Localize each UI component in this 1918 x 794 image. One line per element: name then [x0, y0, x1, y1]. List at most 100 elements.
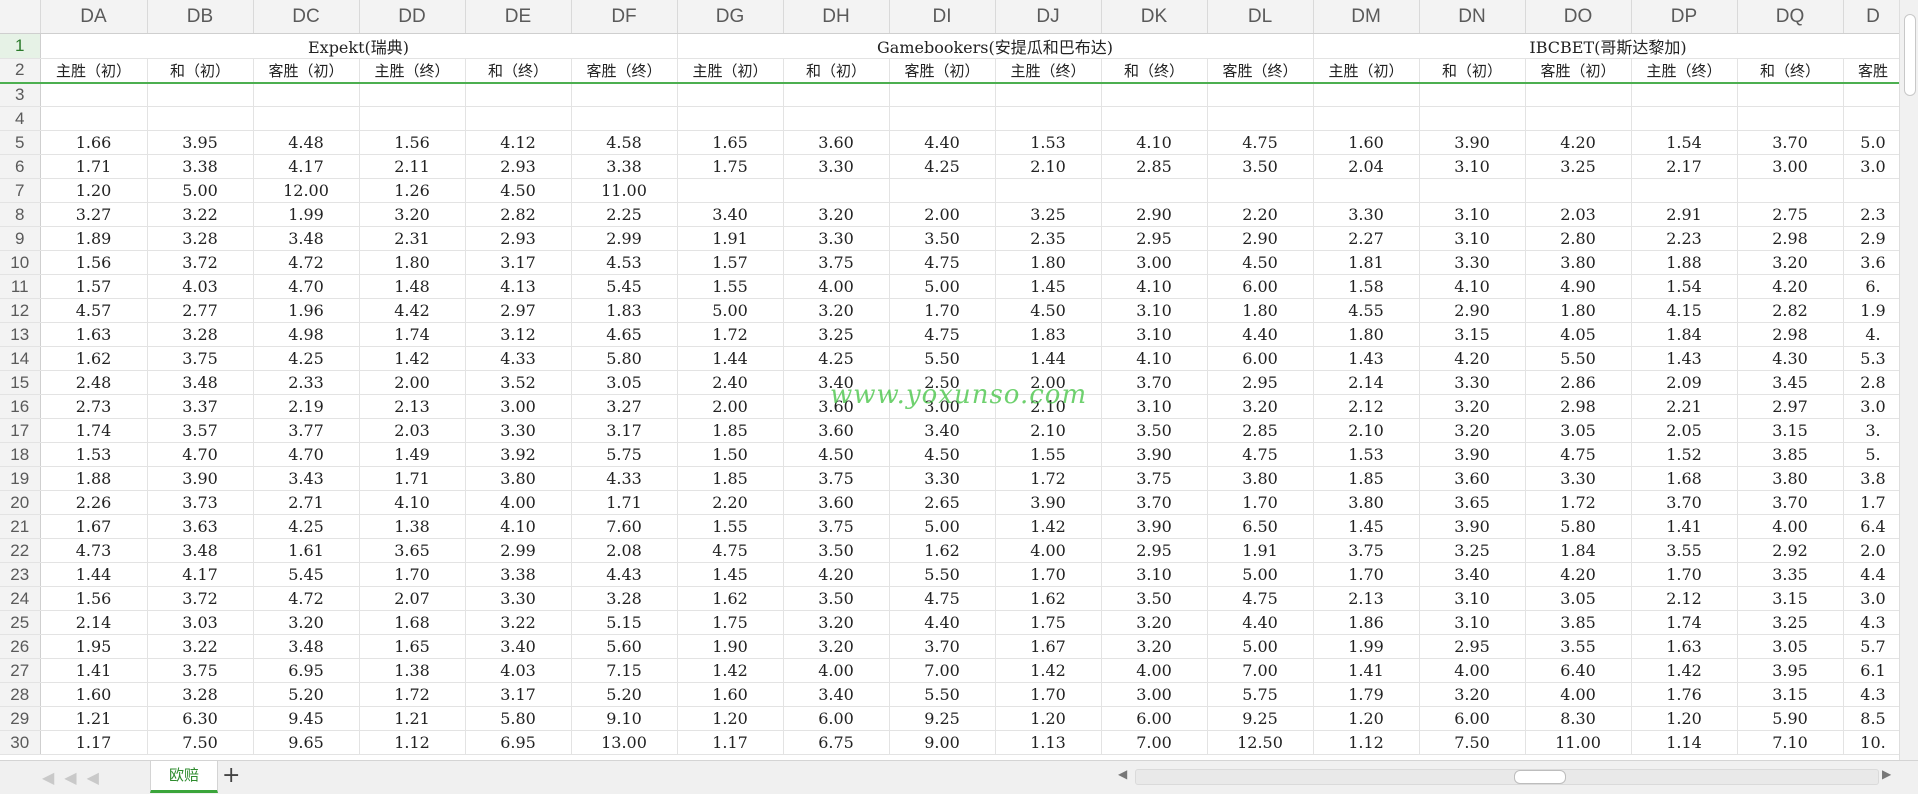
cell[interactable]: 1.70	[359, 562, 466, 587]
cell[interactable]: 1.38	[359, 658, 466, 683]
odds-type-header[interactable]: 主胜（初）	[677, 58, 784, 84]
cell[interactable]	[1101, 178, 1208, 203]
cell[interactable]: 6.00	[1207, 274, 1314, 299]
cell[interactable]: 1.70	[995, 562, 1102, 587]
add-sheet-button[interactable]: +	[222, 763, 240, 788]
row-header[interactable]: 30	[0, 730, 41, 755]
cell[interactable]: 1.45	[995, 274, 1102, 299]
cell[interactable]: 5.20	[253, 682, 360, 707]
cell[interactable]: 3.00	[1737, 154, 1844, 179]
cell[interactable]: 1.20	[40, 178, 148, 203]
cell[interactable]: 1.53	[1313, 442, 1420, 467]
cell[interactable]: 1.83	[995, 322, 1102, 347]
cell[interactable]: 4.50	[995, 298, 1102, 323]
cell[interactable]: 3.60	[1419, 466, 1526, 491]
cell[interactable]: 1.76	[1631, 682, 1738, 707]
cell[interactable]: 3.48	[147, 538, 254, 563]
cell[interactable]	[1313, 178, 1420, 203]
row-header[interactable]: 3	[0, 82, 41, 107]
row-header[interactable]: 26	[0, 634, 41, 659]
cell[interactable]: 3.77	[253, 418, 360, 443]
column-header[interactable]: DF	[571, 0, 678, 34]
cell[interactable]	[1843, 106, 1900, 131]
cell[interactable]: 2.65	[889, 490, 996, 515]
column-header[interactable]: D	[1843, 0, 1900, 34]
cell[interactable]: 1.54	[1631, 274, 1738, 299]
cell[interactable]: 3.92	[465, 442, 572, 467]
cell[interactable]: 1.58	[1313, 274, 1420, 299]
cell[interactable]: 5.15	[571, 610, 678, 635]
cell[interactable]: 3.50	[783, 538, 890, 563]
cell[interactable]: 3.48	[147, 370, 254, 395]
cell[interactable]: 1.65	[359, 634, 466, 659]
cell[interactable]: 2.23	[1631, 226, 1738, 251]
cell[interactable]: 1.62	[889, 538, 996, 563]
scroll-left-icon[interactable]: ◀	[1118, 767, 1127, 781]
cell[interactable]: 3.	[1843, 418, 1900, 443]
cell[interactable]: 3.38	[147, 154, 254, 179]
cell[interactable]: 6.95	[253, 658, 360, 683]
cell[interactable]: 9.00	[889, 730, 996, 755]
cell[interactable]: 7.50	[147, 730, 254, 755]
cell[interactable]: 1.48	[359, 274, 466, 299]
cell[interactable]: 3.43	[253, 466, 360, 491]
cell[interactable]: 1.20	[1313, 706, 1420, 731]
row-header[interactable]: 1	[0, 33, 41, 59]
cell[interactable]: 3.20	[783, 610, 890, 635]
cell[interactable]: 4.42	[359, 298, 466, 323]
cell[interactable]: 1.41	[1631, 514, 1738, 539]
cell[interactable]: 1.42	[359, 346, 466, 371]
odds-type-header[interactable]: 主胜（初）	[40, 58, 148, 84]
cell[interactable]: 4.10	[1101, 346, 1208, 371]
cell[interactable]	[1631, 106, 1738, 131]
cell[interactable]: 7.00	[1207, 658, 1314, 683]
cell[interactable]: 3.95	[147, 130, 254, 155]
cell[interactable]: 3.90	[995, 490, 1102, 515]
cell[interactable]: 3.20	[783, 298, 890, 323]
cell[interactable]: 2.00	[889, 202, 996, 227]
cell[interactable]: 7.50	[1419, 730, 1526, 755]
cell[interactable]: 1.80	[1313, 322, 1420, 347]
odds-type-header[interactable]: 客胜（终）	[1207, 58, 1314, 84]
odds-type-header[interactable]: 和（终）	[1101, 58, 1208, 84]
cell[interactable]: 1.86	[1313, 610, 1420, 635]
cell[interactable]: 2.25	[571, 202, 678, 227]
row-header[interactable]: 2	[0, 58, 41, 84]
cell[interactable]: 4.90	[1525, 274, 1632, 299]
cell[interactable]: 3.50	[783, 586, 890, 611]
cell[interactable]: 4.75	[1207, 586, 1314, 611]
cell[interactable]: 3.95	[1737, 658, 1844, 683]
cell[interactable]: 3.70	[1631, 490, 1738, 515]
cell[interactable]: 1.26	[359, 178, 466, 203]
cell[interactable]: 3.15	[1419, 322, 1526, 347]
cell[interactable]: 1.45	[1313, 514, 1420, 539]
cell[interactable]: 3.55	[1631, 538, 1738, 563]
cell[interactable]: 2.95	[1101, 226, 1208, 251]
cell[interactable]: 1.44	[995, 346, 1102, 371]
cell[interactable]	[1631, 82, 1738, 107]
column-header[interactable]: DG	[677, 0, 784, 34]
cell[interactable]: 3.10	[1101, 322, 1208, 347]
cell[interactable]: 2.40	[677, 370, 784, 395]
cell[interactable]	[147, 82, 254, 107]
cell[interactable]: 3.63	[147, 514, 254, 539]
cell[interactable]: 2.92	[1737, 538, 1844, 563]
cell[interactable]: 4.40	[1207, 610, 1314, 635]
cell[interactable]: 1.68	[1631, 466, 1738, 491]
cell[interactable]: 4.00	[783, 658, 890, 683]
cell[interactable]: 2.03	[1525, 202, 1632, 227]
cell[interactable]: 4.58	[571, 130, 678, 155]
cell[interactable]	[1313, 82, 1420, 107]
cell[interactable]: 4.03	[147, 274, 254, 299]
cell[interactable]: 4.00	[995, 538, 1102, 563]
cell[interactable]: 3.55	[1525, 634, 1632, 659]
cell[interactable]: 3.30	[1419, 370, 1526, 395]
cell[interactable]: 1.52	[1631, 442, 1738, 467]
cell[interactable]: 5.20	[571, 682, 678, 707]
cell[interactable]: 3.90	[1419, 514, 1526, 539]
cell[interactable]: 2.90	[1101, 202, 1208, 227]
cell[interactable]: 2.85	[1101, 154, 1208, 179]
cell[interactable]: 1.96	[253, 298, 360, 323]
cell[interactable]: 3.28	[147, 682, 254, 707]
cell[interactable]: 3.30	[889, 466, 996, 491]
